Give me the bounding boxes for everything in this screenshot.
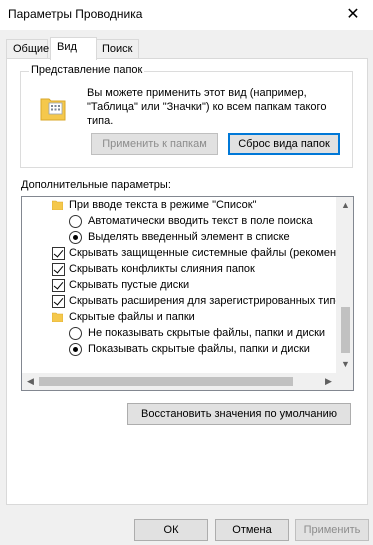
- list-item-label: Выделять введенный элемент в списке: [88, 231, 290, 243]
- folder-views-legend: Представление папок: [29, 64, 145, 76]
- radio-button[interactable]: [69, 343, 82, 356]
- radio-button[interactable]: [69, 231, 82, 244]
- list-item-label: Скрытые файлы и папки: [69, 311, 195, 323]
- tab-general[interactable]: Общие: [6, 39, 49, 59]
- tab-search[interactable]: Поиск: [95, 39, 139, 59]
- folder-views-icon: [40, 98, 66, 121]
- folder-icon: [52, 200, 63, 210]
- scroll-right-icon[interactable]: ▶: [320, 373, 337, 390]
- checkbox[interactable]: [52, 279, 65, 292]
- folder-icon: [52, 312, 63, 322]
- scroll-up-icon[interactable]: ▲: [337, 197, 353, 214]
- vertical-scroll-thumb[interactable]: [341, 307, 350, 353]
- scroll-corner: [336, 373, 353, 390]
- view-tab-panel: Представление папок Вы можете применить …: [6, 58, 368, 505]
- list-item-label: При вводе текста в режиме "Список": [69, 199, 257, 211]
- apply-button[interactable]: Применить: [295, 519, 369, 541]
- vertical-scrollbar[interactable]: ▲ ▼: [336, 197, 353, 373]
- list-item-label: Показывать скрытые файлы, папки и диски: [88, 343, 310, 355]
- tab-view[interactable]: Вид: [50, 37, 97, 60]
- list-item-label: Скрывать защищенные системные файлы (рек…: [69, 247, 340, 259]
- close-icon[interactable]: ✕: [333, 0, 373, 30]
- cancel-button[interactable]: Отмена: [215, 519, 289, 541]
- restore-defaults-button[interactable]: Восстановить значения по умолчанию: [127, 403, 351, 425]
- window-title: Параметры Проводника: [8, 7, 143, 21]
- radio-button[interactable]: [69, 215, 82, 228]
- checkbox[interactable]: [52, 263, 65, 276]
- scroll-left-icon[interactable]: ◀: [22, 373, 39, 390]
- folder-views-description: Вы можете применить этот вид (например, …: [87, 87, 327, 127]
- folder-views-group: Представление папок Вы можете применить …: [20, 64, 353, 168]
- horizontal-scroll-thumb[interactable]: [39, 377, 293, 386]
- list-item-label: Не показывать скрытые файлы, папки и дис…: [88, 327, 326, 339]
- advanced-settings-label: Дополнительные параметры:: [21, 179, 171, 191]
- reset-folders-button[interactable]: Сброс вида папок: [228, 133, 340, 155]
- list-item-label: Скрывать пустые диски: [69, 279, 190, 291]
- scroll-down-icon[interactable]: ▼: [337, 356, 353, 373]
- title-bar: Параметры Проводника ✕: [0, 0, 373, 30]
- ok-button[interactable]: ОК: [134, 519, 208, 541]
- advanced-settings-list[interactable]: При вводе текста в режиме "Список" Автом…: [21, 196, 354, 391]
- horizontal-scrollbar[interactable]: ◀ ▶: [22, 373, 337, 390]
- list-item-label: Автоматически вводить текст в поле поиск…: [88, 215, 313, 227]
- list-item-label: Скрывать расширения для зарегистрированн…: [69, 295, 342, 307]
- list-item-label: Скрывать конфликты слияния папок: [69, 263, 255, 275]
- apply-to-folders-button[interactable]: Применить к папкам: [91, 133, 218, 155]
- checkbox[interactable]: [52, 247, 65, 260]
- radio-button[interactable]: [69, 327, 82, 340]
- checkbox[interactable]: [52, 295, 65, 308]
